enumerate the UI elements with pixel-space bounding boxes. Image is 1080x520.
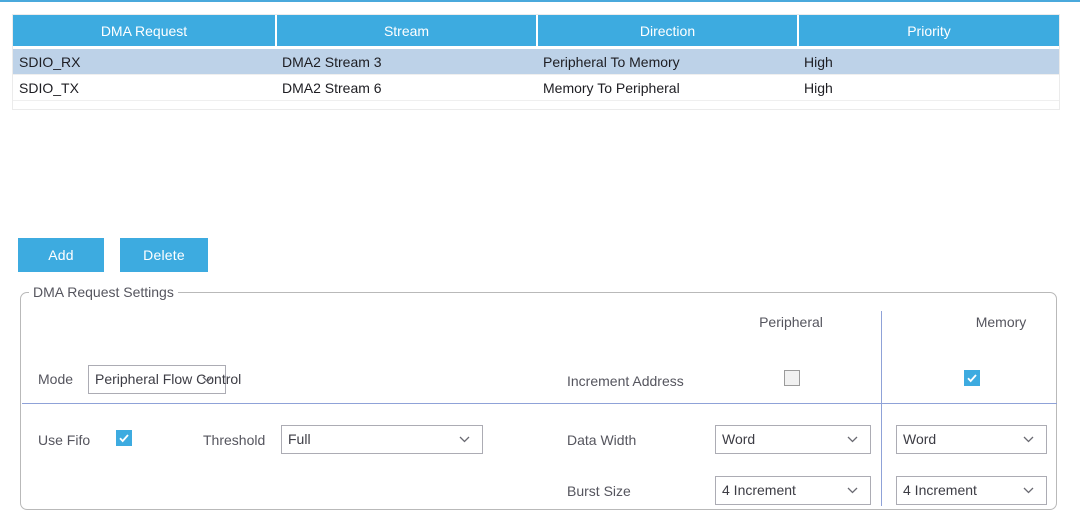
burst-size-label: Burst Size	[567, 483, 631, 499]
use-fifo-label: Use Fifo	[38, 432, 90, 448]
add-button[interactable]: Add	[18, 238, 104, 272]
column-header-direction[interactable]: Direction	[537, 15, 798, 48]
use-fifo-checkbox[interactable]	[116, 430, 132, 446]
threshold-select[interactable]: Full	[281, 425, 483, 454]
dma-request-table: DMA Request Stream Direction Priority SD…	[12, 14, 1060, 110]
chevron-down-icon	[1023, 426, 1037, 443]
mode-select-value: Peripheral Flow Control	[95, 366, 241, 393]
vertical-divider	[881, 311, 882, 506]
cell-dma-request: SDIO_TX	[13, 75, 276, 101]
threshold-select-value: Full	[288, 426, 311, 453]
table-row[interactable]: SDIO_TX DMA2 Stream 6 Memory To Peripher…	[13, 75, 1059, 101]
table-row[interactable]: SDIO_RX DMA2 Stream 3 Peripheral To Memo…	[13, 48, 1059, 75]
increment-address-peripheral-checkbox[interactable]	[784, 370, 800, 386]
column-header-priority[interactable]: Priority	[798, 15, 1059, 48]
burst-size-peripheral-value: 4 Increment	[722, 477, 796, 504]
increment-address-label: Increment Address	[567, 373, 684, 389]
cell-direction: Memory To Peripheral	[537, 75, 798, 101]
cell-dma-request: SDIO_RX	[13, 48, 276, 75]
chevron-down-icon	[847, 477, 861, 494]
horizontal-divider	[22, 403, 1057, 404]
chevron-down-icon	[1023, 477, 1037, 494]
chevron-down-icon	[202, 366, 216, 383]
cell-priority: High	[798, 75, 1059, 101]
burst-size-peripheral-select[interactable]: 4 Increment	[715, 476, 871, 505]
data-width-memory-value: Word	[903, 426, 936, 453]
delete-button[interactable]: Delete	[120, 238, 208, 272]
table-header-row: DMA Request Stream Direction Priority	[13, 15, 1059, 48]
threshold-label: Threshold	[203, 432, 265, 448]
data-width-peripheral-value: Word	[722, 426, 755, 453]
dma-request-settings-group: DMA Request Settings Peripheral Memory M…	[20, 292, 1057, 510]
column-header-dma-request[interactable]: DMA Request	[13, 15, 276, 48]
dma-configuration-panel: DMA Request Stream Direction Priority SD…	[0, 0, 1080, 520]
chevron-down-icon	[459, 426, 473, 443]
group-legend: DMA Request Settings	[29, 284, 178, 300]
data-width-memory-select[interactable]: Word	[896, 425, 1047, 454]
cell-direction: Peripheral To Memory	[537, 48, 798, 75]
cell-stream: DMA2 Stream 6	[276, 75, 537, 101]
cell-stream: DMA2 Stream 3	[276, 48, 537, 75]
data-width-label: Data Width	[567, 432, 636, 448]
burst-size-memory-select[interactable]: 4 Increment	[896, 476, 1047, 505]
column-header-memory: Memory	[931, 314, 1071, 330]
cell-priority: High	[798, 48, 1059, 75]
chevron-down-icon	[847, 426, 861, 443]
mode-label: Mode	[38, 371, 73, 387]
data-width-peripheral-select[interactable]: Word	[715, 425, 871, 454]
increment-address-memory-checkbox[interactable]	[964, 370, 980, 386]
burst-size-memory-value: 4 Increment	[903, 477, 977, 504]
column-header-peripheral: Peripheral	[721, 314, 861, 330]
column-header-stream[interactable]: Stream	[276, 15, 537, 48]
mode-select[interactable]: Peripheral Flow Control	[88, 365, 226, 394]
